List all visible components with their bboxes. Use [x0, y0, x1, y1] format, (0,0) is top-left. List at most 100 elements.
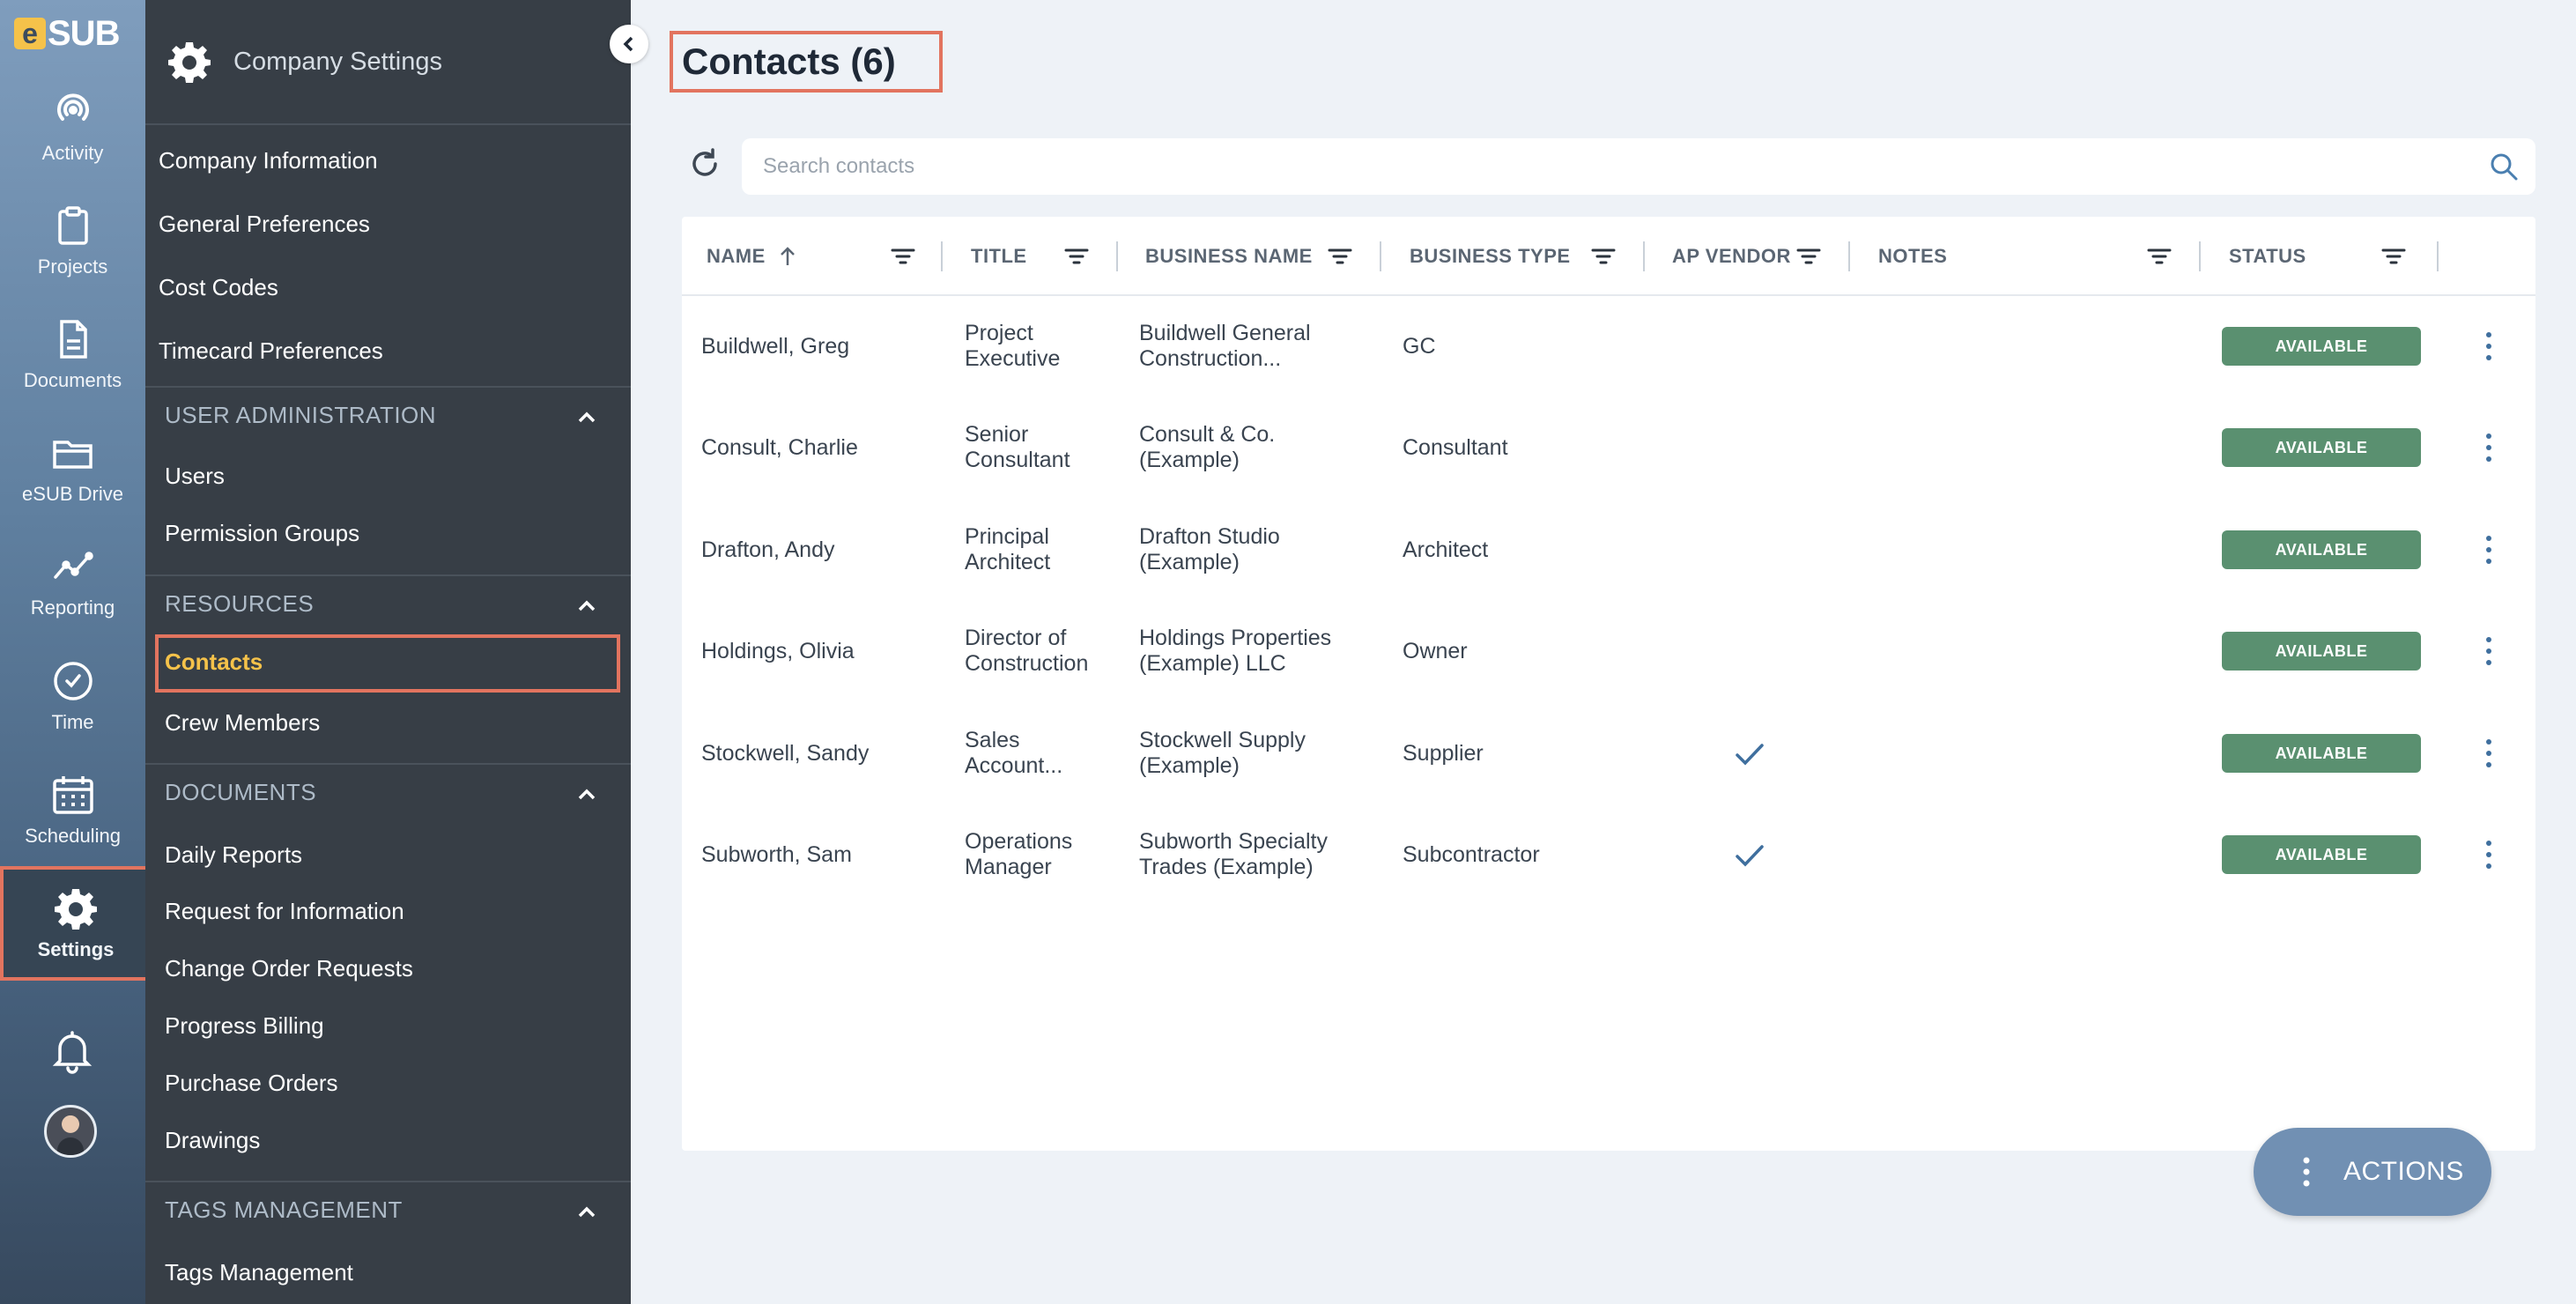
section-resources[interactable]: RESOURCES: [145, 574, 631, 634]
refresh-icon[interactable]: [687, 146, 722, 182]
nav-drawings[interactable]: Drawings: [165, 1122, 260, 1158]
search-input[interactable]: [763, 151, 2437, 182]
column-header-status[interactable]: STATUS: [2229, 217, 2306, 296]
column-resizer[interactable]: [1380, 241, 1381, 271]
filter-icon[interactable]: [2380, 243, 2407, 270]
table-row[interactable]: Buildwell, Greg Project Executive Buildwe…: [682, 296, 2535, 397]
avatar[interactable]: [44, 1105, 97, 1158]
cell-business-name: Holdings Properties (Example) LLC: [1139, 626, 1331, 677]
cell-line: Construction...: [1139, 346, 1282, 371]
sort-ascending-icon[interactable]: [778, 246, 797, 267]
status-badge: AVAILABLE: [2222, 530, 2421, 569]
column-header-ap-vendor[interactable]: AP VENDOR: [1672, 217, 1791, 296]
filter-icon[interactable]: [1795, 243, 1822, 270]
bell-icon[interactable]: [48, 1026, 97, 1075]
nav-purchase-orders[interactable]: Purchase Orders: [165, 1065, 338, 1100]
nav-contacts-label: Contacts: [165, 648, 263, 675]
chevron-left-icon: [623, 36, 633, 52]
section-documents[interactable]: DOCUMENTS: [145, 763, 631, 823]
column-header-name[interactable]: NAME: [707, 217, 797, 296]
column-resizer[interactable]: [2437, 241, 2439, 271]
rail-item-settings[interactable]: Settings: [0, 866, 152, 981]
table-row[interactable]: Drafton, Andy Principal Architect Drafton…: [682, 500, 2535, 601]
nav-daily-reports[interactable]: Daily Reports: [165, 837, 302, 872]
filter-icon[interactable]: [1063, 243, 1090, 270]
nav-permission-groups[interactable]: Permission Groups: [165, 515, 359, 551]
nav-cost-codes[interactable]: Cost Codes: [159, 270, 278, 305]
kebab-menu-icon[interactable]: [2476, 837, 2502, 872]
chevron-up-icon[interactable]: [574, 782, 599, 807]
kebab-menu-icon[interactable]: [2476, 430, 2502, 465]
filter-icon[interactable]: [890, 243, 916, 270]
section-user-administration[interactable]: USER ADMINISTRATION: [145, 386, 631, 446]
collapse-panel-button[interactable]: [610, 25, 648, 63]
section-title: USER ADMINISTRATION: [165, 402, 437, 428]
nav-contacts[interactable]: Contacts: [155, 634, 620, 693]
cell-line: Senior: [965, 422, 1029, 447]
kebab-menu-icon[interactable]: [2476, 532, 2502, 567]
section-title: DOCUMENTS: [165, 779, 317, 805]
filter-icon[interactable]: [1327, 243, 1353, 270]
chevron-up-icon[interactable]: [574, 1200, 599, 1225]
gear-icon: [168, 42, 211, 83]
column-header-business-name[interactable]: BUSINESS NAME: [1145, 217, 1313, 296]
cell-title: Sales Account...: [965, 728, 1062, 779]
nav-timecard-preferences[interactable]: Timecard Preferences: [159, 333, 383, 368]
section-tags-management[interactable]: TAGS MANAGEMENT: [145, 1181, 631, 1241]
search-bar: [742, 138, 2535, 195]
rail-item-esub-drive[interactable]: eSUB Drive: [0, 415, 145, 521]
nav-general-preferences[interactable]: General Preferences: [159, 206, 370, 241]
rail-item-time[interactable]: Time: [0, 643, 145, 749]
cell-title: Senior Consultant: [965, 422, 1070, 473]
esub-logo[interactable]: e SUB: [14, 14, 120, 53]
calendar-icon: [52, 776, 93, 814]
rail-item-projects[interactable]: Projects: [0, 188, 145, 293]
table-row[interactable]: Subworth, Sam Operations Manager Subworth…: [682, 804, 2535, 906]
kebab-menu-icon[interactable]: [2476, 633, 2502, 669]
column-header-business-type[interactable]: BUSINESS TYPE: [1410, 217, 1571, 296]
rail-item-activity[interactable]: Activity: [0, 74, 145, 180]
status-badge: AVAILABLE: [2222, 632, 2421, 671]
nav-company-information[interactable]: Company Information: [159, 143, 378, 178]
cell-line: Account...: [965, 753, 1063, 778]
gear-icon: [55, 889, 97, 930]
kebab-menu-icon: [2303, 1157, 2310, 1187]
nav-tags-management[interactable]: Tags Management: [165, 1255, 353, 1290]
nav-crew-members[interactable]: Crew Members: [165, 705, 320, 740]
column-resizer[interactable]: [2199, 241, 2201, 271]
table-row[interactable]: Holdings, Olivia Director of Construction…: [682, 601, 2535, 702]
rail-item-documents[interactable]: Documents: [0, 301, 145, 407]
table-row[interactable]: Stockwell, Sandy Sales Account... Stockwe…: [682, 703, 2535, 804]
search-icon[interactable]: [2488, 151, 2520, 182]
cell-line: Operations: [965, 829, 1073, 854]
rail-item-scheduling[interactable]: Scheduling: [0, 757, 145, 863]
table-row[interactable]: Consult, Charlie Senior Consultant Consul…: [682, 397, 2535, 499]
filter-icon[interactable]: [1590, 243, 1617, 270]
column-header-title[interactable]: TITLE: [971, 217, 1027, 296]
column-header-notes[interactable]: NOTES: [1878, 217, 1947, 296]
cell-name: Subworth, Sam: [701, 842, 852, 867]
rail-item-reporting[interactable]: Reporting: [0, 529, 145, 634]
column-resizer[interactable]: [1848, 241, 1850, 271]
nav-request-for-information[interactable]: Request for Information: [165, 893, 404, 929]
cell-line: (Example): [1139, 753, 1240, 778]
cell-name: Stockwell, Sandy: [701, 741, 870, 766]
actions-button[interactable]: ACTIONS: [2254, 1128, 2491, 1216]
column-resizer[interactable]: [1116, 241, 1118, 271]
kebab-menu-icon[interactable]: [2476, 736, 2502, 771]
cell-line: Manager: [965, 855, 1052, 879]
filter-icon[interactable]: [2146, 243, 2173, 270]
section-title: TAGS MANAGEMENT: [165, 1197, 403, 1223]
rail-label: Projects: [37, 256, 108, 278]
nav-progress-billing[interactable]: Progress Billing: [165, 1008, 324, 1043]
rail-label: Settings: [37, 938, 115, 960]
chevron-up-icon[interactable]: [574, 405, 599, 430]
chevron-up-icon[interactable]: [574, 594, 599, 619]
cell-name: Consult, Charlie: [701, 435, 858, 460]
column-resizer[interactable]: [1643, 241, 1645, 271]
checkmark-icon: [1736, 744, 1764, 766]
nav-users[interactable]: Users: [165, 458, 225, 493]
column-resizer[interactable]: [941, 241, 943, 271]
nav-change-order-requests[interactable]: Change Order Requests: [165, 951, 413, 986]
kebab-menu-icon[interactable]: [2476, 329, 2502, 364]
